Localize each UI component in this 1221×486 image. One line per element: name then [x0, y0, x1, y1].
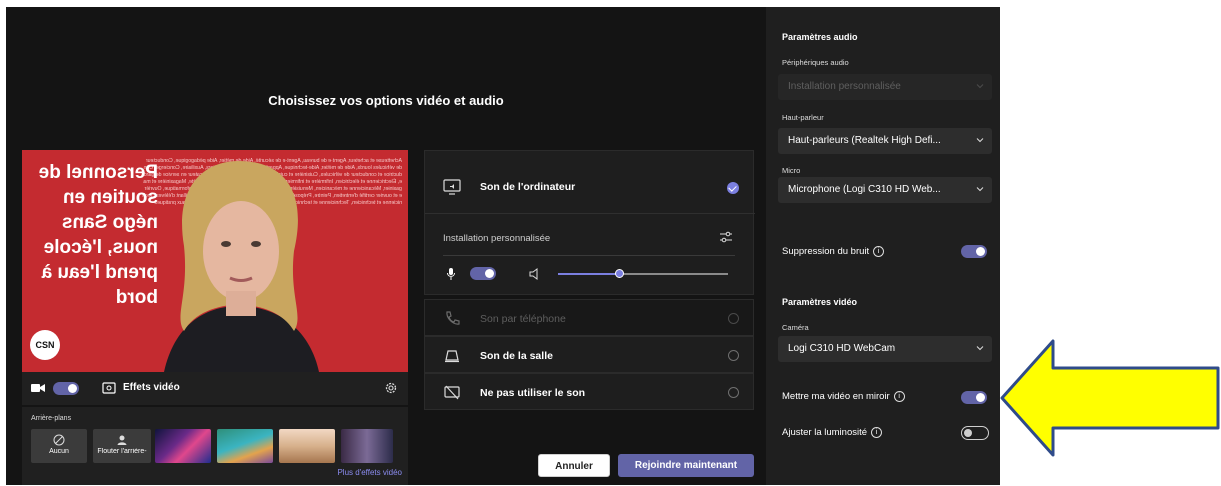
audio-devices-label: Périphériques audio [782, 58, 849, 67]
mic-label: Micro [782, 166, 801, 175]
no-audio-label: Ne pas utiliser le son [480, 387, 586, 399]
noise-suppression-toggle[interactable] [961, 245, 987, 258]
phone-audio-radio[interactable] [728, 313, 739, 324]
camera-value: Logi C310 HD WebCam [788, 343, 896, 354]
phone-audio-label: Son par téléphone [480, 313, 566, 325]
page-title: Choisissez vos options vidéo et audio [268, 93, 504, 108]
background-thumbnail[interactable] [217, 429, 273, 463]
brightness-label: Ajuster la luminosité [782, 427, 868, 439]
main-area: Choisissez vos options vidéo et audio Ac… [6, 7, 766, 485]
blur-icon [117, 435, 127, 445]
background-none-label: Aucun [49, 448, 69, 455]
noise-suppression-row: Suppression du bruit i [782, 246, 885, 258]
no-audio-icon [444, 385, 460, 400]
microphone-icon [447, 268, 455, 280]
backgrounds-label: Arrière-plans [31, 415, 72, 422]
csn-logo: CSN [30, 330, 60, 360]
volume-slider[interactable] [558, 269, 728, 278]
computer-audio-icon [443, 179, 461, 195]
background-thumbnail[interactable] [155, 429, 211, 463]
room-audio-radio[interactable] [728, 350, 739, 361]
background-overlay-text: Personnel de soutien en négo Sans nous, … [38, 162, 158, 308]
audio-devices-select: Installation personnalisée [778, 74, 992, 100]
camera-toggle[interactable] [53, 382, 79, 395]
background-blur-label: Flouter l'arrière- [97, 448, 147, 455]
divider [443, 255, 735, 256]
info-icon[interactable]: i [871, 427, 883, 438]
none-icon [53, 434, 65, 446]
speaker-value: Haut-parleurs (Realtek High Defi... [788, 135, 941, 146]
divider [425, 213, 755, 214]
join-now-button[interactable]: Rejoindre maintenant [618, 454, 754, 477]
room-audio-label: Son de la salle [480, 350, 553, 362]
yellow-arrow-annotation [1000, 339, 1220, 457]
brightness-toggle[interactable] [961, 426, 989, 440]
microphone-toggle[interactable] [470, 267, 496, 280]
volume-slider-fill [558, 273, 620, 275]
background-thumbnail[interactable] [279, 429, 335, 463]
noise-suppression-label: Suppression du bruit [782, 246, 870, 258]
video-controls-bar: Effets vidéo [22, 372, 408, 405]
video-effects-button[interactable]: Effets vidéo [123, 382, 180, 393]
mirror-video-row: Mettre ma vidéo en miroir i [782, 391, 905, 402]
background-none-option[interactable]: Aucun [31, 429, 87, 463]
chevron-down-icon [976, 346, 984, 351]
speaker-icon [529, 268, 538, 280]
backgrounds-panel: Arrière-plans Aucun Flouter l'arrière- P… [22, 407, 408, 485]
video-effects-icon [102, 382, 116, 394]
teams-prejoin-window: Choisissez vos options vidéo et audio Ac… [6, 7, 1000, 485]
mirror-video-toggle[interactable] [961, 391, 987, 404]
chevron-down-icon [976, 187, 984, 192]
selected-check-icon [727, 182, 739, 194]
mirror-video-label: Mettre ma vidéo en miroir [782, 391, 890, 403]
cancel-button[interactable]: Annuler [538, 454, 610, 477]
background-blur-option[interactable]: Flouter l'arrière- [93, 429, 151, 463]
audio-settings-title: Paramètres audio [782, 32, 858, 42]
settings-panel: Paramètres audio Périphériques audio Ins… [766, 7, 1000, 485]
background-thumbnail[interactable] [341, 429, 393, 463]
brightness-row: Ajuster la luminosité i [782, 427, 883, 439]
speaker-label: Haut-parleur [782, 113, 824, 122]
video-preview: Achetteuse et acheteur, Agent·e de burea… [22, 150, 408, 372]
audio-option-computer[interactable]: Son de l'ordinateur Installation personn… [424, 150, 755, 295]
phone-audio-icon [446, 311, 460, 325]
participant-silhouette [164, 161, 319, 372]
room-audio-icon [445, 350, 459, 363]
audio-option-none[interactable]: Ne pas utiliser le son [424, 373, 754, 410]
info-icon[interactable]: i [873, 246, 885, 257]
video-camera-icon [31, 384, 45, 392]
info-icon[interactable]: i [893, 391, 905, 402]
video-settings-title: Paramètres vidéo [782, 297, 858, 307]
audio-device-label: Installation personnalisée [443, 233, 551, 244]
mic-value: Microphone (Logi C310 HD Web... [788, 184, 941, 195]
computer-audio-label: Son de l'ordinateur [480, 181, 576, 193]
chevron-down-icon [976, 138, 984, 143]
no-audio-radio[interactable] [728, 387, 739, 398]
speaker-select[interactable]: Haut-parleurs (Realtek High Defi... [778, 128, 992, 154]
gear-icon[interactable] [384, 381, 398, 395]
audio-option-phone[interactable]: Son par téléphone [424, 299, 754, 336]
camera-select[interactable]: Logi C310 HD WebCam [778, 336, 992, 362]
audio-devices-value: Installation personnalisée [788, 81, 901, 92]
sliders-settings-icon[interactable] [719, 231, 733, 243]
volume-slider-thumb[interactable] [614, 269, 624, 278]
mic-select[interactable]: Microphone (Logi C310 HD Web... [778, 177, 992, 203]
audio-option-room[interactable]: Son de la salle [424, 336, 754, 373]
more-video-effects-link[interactable]: Plus d'effets vidéo [337, 468, 402, 477]
chevron-down-icon [976, 84, 984, 89]
camera-label: Caméra [782, 323, 809, 332]
